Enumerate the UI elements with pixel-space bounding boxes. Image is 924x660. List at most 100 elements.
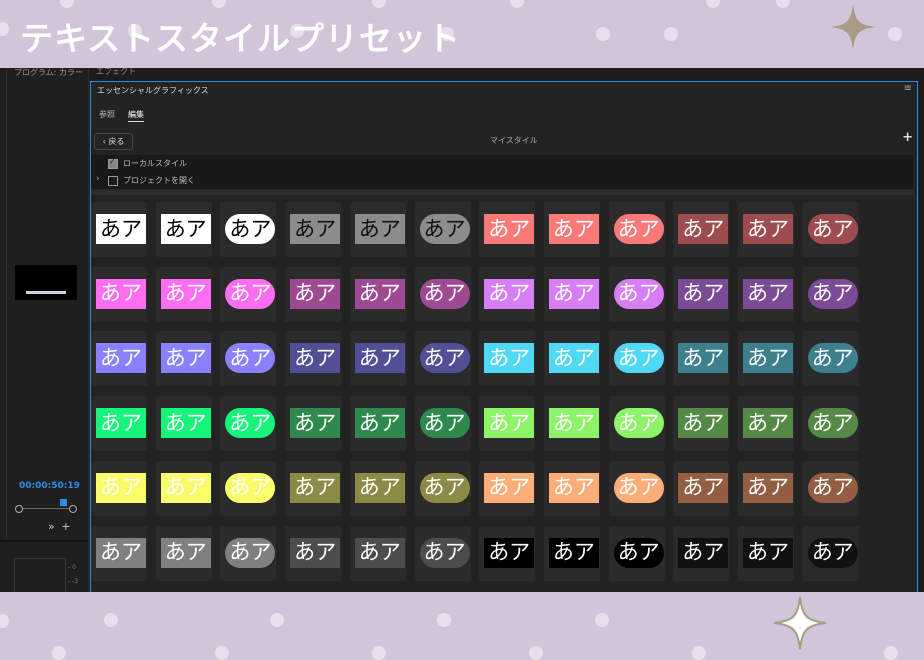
style-preset-tile[interactable]: あア [220,460,277,516]
style-preset-tile[interactable]: あア [673,460,730,516]
style-preset-tile[interactable]: あア [155,202,212,257]
add-style-button[interactable]: + [902,130,913,145]
style-preset-tile[interactable]: あア [608,460,665,516]
style-preset-tile[interactable]: あア [802,396,859,452]
panel-divider [6,68,7,538]
style-preset-tile[interactable]: あア [479,331,536,387]
style-preset-tile[interactable]: あア [738,331,794,387]
style-preset-tile[interactable]: あア [414,331,471,387]
style-preset-tile[interactable]: あア [285,331,342,387]
style-preset-sample: あア [160,408,211,439]
style-preset-sample: あア [548,408,599,439]
style-preset-tile[interactable]: あア [220,202,277,257]
style-preset-tile[interactable]: あア [91,331,147,387]
page-title: テキストスタイルプリセット [20,19,462,58]
add-control-icon[interactable]: + [61,520,70,533]
style-preset-tile[interactable]: あア [608,396,665,452]
panel-menu-icon[interactable]: ≡ [904,83,912,94]
style-preset-tile[interactable]: あア [608,525,665,581]
style-preset-tile[interactable]: あア [543,266,600,322]
style-preset-tile[interactable]: あア [543,525,600,581]
style-preset-tile[interactable]: あア [673,396,730,452]
style-preset-tile[interactable]: あア [220,331,277,387]
style-preset-tile[interactable]: あア [220,396,277,452]
style-preset-tile[interactable]: あア [155,525,212,581]
program-monitor-tab[interactable]: プログラム: カラー [14,68,83,78]
timecode[interactable]: 00:00:50:19 [19,481,80,491]
back-button[interactable]: ‹ 戻る [94,133,133,150]
editor-window: プログラム: カラー 00:00:50:19 » + - 0 - -3 エフェク… [0,68,924,592]
style-preset-tile[interactable]: あア [738,266,794,322]
style-preset-tile[interactable]: あア [91,460,147,516]
style-preset-tile[interactable]: あア [414,266,471,322]
style-preset-tile[interactable]: あア [349,331,406,387]
style-preset-tile[interactable]: あア [479,525,536,581]
style-preset-tile[interactable]: あア [155,396,212,452]
style-preset-tile[interactable]: あア [608,331,665,387]
style-preset-tile[interactable]: あア [543,331,600,387]
style-preset-tile[interactable]: あア [414,202,471,257]
style-preset-tile[interactable]: あア [285,525,342,581]
style-preset-tile[interactable]: あア [543,460,600,516]
style-preset-tile[interactable]: あア [220,266,277,322]
style-preset-tile[interactable]: あア [608,202,665,257]
open-project-row[interactable]: › プロジェクトを開く [91,172,913,189]
style-preset-tile[interactable]: あア [673,331,730,387]
style-preset-tile[interactable]: あア [738,525,794,581]
style-preset-tile[interactable]: あア [479,202,536,257]
style-preset-tile[interactable]: あア [414,396,471,452]
style-preset-sample: あア [96,343,146,374]
more-controls-icon[interactable]: » [48,520,55,533]
style-preset-tile[interactable]: あア [414,460,471,516]
style-preset-tile[interactable]: あア [155,460,212,516]
tab-edit[interactable]: 編集 [128,109,144,122]
style-preset-tile[interactable]: あア [479,396,536,452]
slider-end-handle[interactable] [69,505,77,513]
style-preset-tile[interactable]: あア [802,460,859,516]
chevron-right-icon[interactable]: › [96,174,100,184]
style-preset-tile[interactable]: あア [349,525,406,581]
style-preset-sample: あア [613,278,664,309]
style-preset-tile[interactable]: あア [738,396,794,452]
style-preset-tile[interactable]: あア [349,460,406,516]
style-preset-tile[interactable]: あア [738,202,794,257]
local-styles-row[interactable]: ローカルスタイル [91,155,913,172]
style-preset-tile[interactable]: あア [802,525,859,581]
style-preset-tile[interactable]: あア [349,202,406,257]
style-preset-tile[interactable]: あア [673,525,730,581]
slider-start-handle[interactable] [15,505,23,513]
style-preset-tile[interactable]: あア [285,202,342,257]
style-preset-tile[interactable]: あア [91,266,147,322]
style-preset-tile[interactable]: あア [349,396,406,452]
style-preset-tile[interactable]: あア [414,525,471,581]
playhead-marker[interactable] [60,499,67,506]
style-preset-tile[interactable]: あア [802,331,859,387]
style-preset-tile[interactable]: あア [802,266,859,322]
decor-dot [596,27,610,41]
effects-tab[interactable]: エフェクト [96,68,136,77]
style-preset-tile[interactable]: あア [91,202,147,257]
style-preset-tile[interactable]: あア [285,460,342,516]
style-preset-tile[interactable]: あア [608,266,665,322]
style-preset-tile[interactable]: あア [349,266,406,322]
open-project-checkbox[interactable] [108,176,118,186]
style-preset-tile[interactable]: あア [543,396,600,452]
style-preset-tile[interactable]: あア [673,266,730,322]
style-preset-tile[interactable]: あア [673,202,730,257]
style-preset-tile[interactable]: あア [285,396,342,452]
style-preset-tile[interactable]: あア [91,525,147,581]
style-preset-tile[interactable]: あア [479,266,536,322]
style-preset-tile[interactable]: あア [220,525,277,581]
style-preset-tile[interactable]: あア [91,396,147,452]
style-preset-tile[interactable]: あア [155,331,212,387]
style-preset-tile[interactable]: あア [155,266,212,322]
local-styles-checkbox[interactable] [108,157,118,169]
style-preset-tile[interactable]: あア [285,266,342,322]
style-preset-tile[interactable]: あア [543,202,600,257]
timeline-zoom-slider[interactable] [15,505,77,513]
style-preset-sample: あア [484,537,535,568]
style-preset-tile[interactable]: あア [738,460,794,516]
tab-browse[interactable]: 参照 [99,109,115,120]
style-preset-tile[interactable]: あア [802,202,859,257]
style-preset-tile[interactable]: あア [479,460,536,516]
